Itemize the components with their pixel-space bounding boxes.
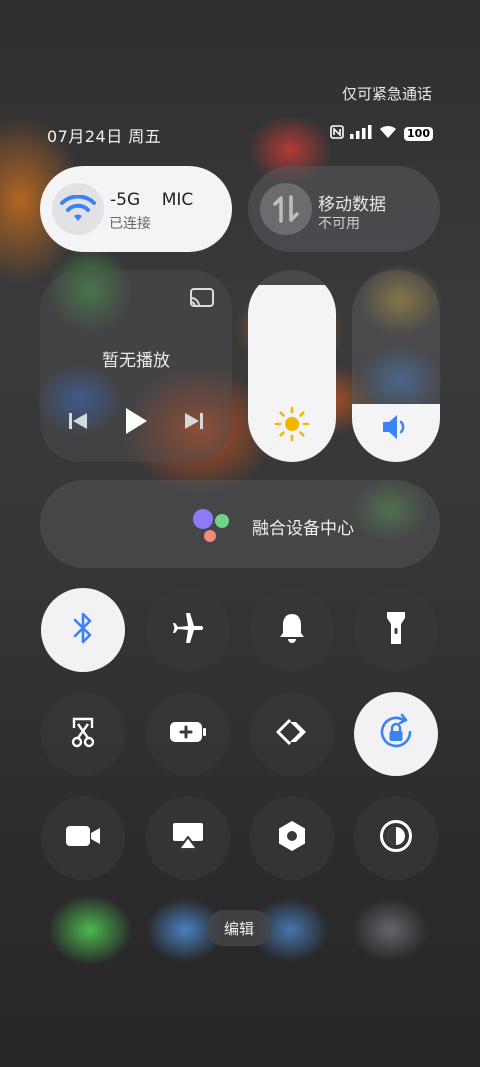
edit-button[interactable]: 编辑 — [206, 910, 272, 946]
dark-mode-toggle[interactable] — [354, 796, 438, 880]
flashlight-icon — [385, 610, 407, 650]
battery-saver-icon — [169, 720, 207, 748]
screenshot-scissors-icon — [68, 716, 98, 752]
nfc-share-icon — [276, 718, 308, 750]
status-bar: 07月24日 周五 100 — [47, 123, 433, 146]
ring-mode-toggle[interactable] — [250, 588, 334, 672]
sun-icon — [248, 406, 336, 442]
speaker-icon — [352, 412, 440, 442]
brightness-slider[interactable] — [248, 270, 336, 462]
rotation-lock-toggle[interactable] — [354, 692, 438, 776]
date-text: 07月24日 周五 — [47, 127, 162, 146]
rotation-lock-icon — [377, 713, 415, 755]
media-player-tile: 暂无播放 — [40, 270, 232, 462]
wifi-icon[interactable] — [52, 183, 104, 235]
previous-track-icon[interactable] — [62, 406, 94, 436]
wifi-status-icon — [378, 124, 398, 143]
mobile-data-tile[interactable]: 移动数据 不可用 — [248, 166, 440, 252]
screen-record-toggle[interactable] — [41, 796, 125, 880]
flashlight-toggle[interactable] — [354, 588, 438, 672]
wifi-tile[interactable]: -5G MIC 已连接 — [40, 166, 232, 252]
volume-slider[interactable] — [352, 270, 440, 462]
airplane-mode-toggle[interactable] — [146, 588, 230, 672]
bell-icon — [277, 611, 307, 649]
screen-cast-toggle[interactable] — [146, 796, 230, 880]
dark-mode-icon — [379, 819, 413, 857]
screen-cast-icon — [171, 821, 205, 855]
device-center-label: 融合设备中心 — [252, 519, 354, 539]
nfc-share-toggle[interactable] — [250, 692, 334, 776]
battery-saver-toggle[interactable] — [146, 692, 230, 776]
video-camera-icon — [65, 824, 101, 852]
wifi-status-text: 已连接 — [109, 216, 151, 232]
settings-toggle[interactable] — [250, 796, 334, 880]
mobile-data-status: 不可用 — [318, 216, 360, 232]
screenshot-toggle[interactable] — [41, 692, 125, 776]
airplane-icon — [171, 611, 205, 649]
media-status-text: 暂无播放 — [102, 351, 170, 371]
bluetooth-icon — [72, 611, 94, 649]
settings-hexagon-icon — [277, 820, 307, 856]
device-center-tile[interactable]: 融合设备中心 — [40, 480, 440, 568]
emergency-call-text: 仅可紧急通话 — [341, 85, 432, 103]
bluetooth-toggle[interactable] — [41, 588, 125, 672]
play-icon[interactable] — [120, 406, 152, 436]
device-center-icon — [191, 509, 233, 545]
mobile-data-icon — [260, 183, 312, 235]
wifi-network-name: -5G MIC — [110, 190, 194, 210]
mobile-data-title: 移动数据 — [318, 195, 386, 215]
battery-indicator: 100 — [404, 126, 433, 141]
cast-icon[interactable] — [188, 284, 216, 312]
next-track-icon[interactable] — [178, 406, 210, 436]
nfc-icon — [330, 124, 344, 143]
signal-icon — [350, 124, 372, 143]
